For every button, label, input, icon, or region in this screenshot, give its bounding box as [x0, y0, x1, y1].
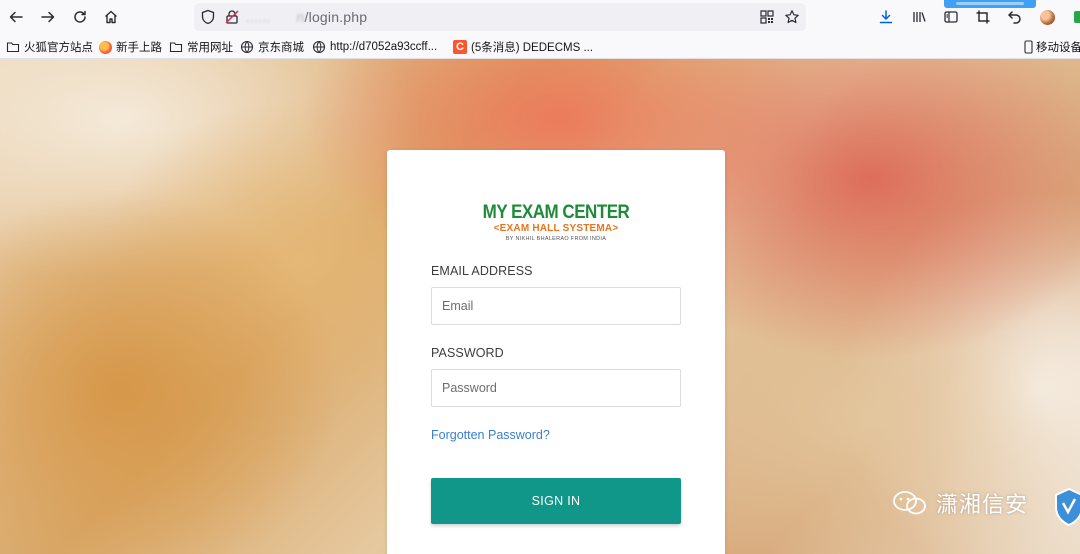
forgot-password-link[interactable]: Forgotten Password?	[431, 428, 550, 442]
globe-icon	[312, 40, 326, 54]
watermark: 潇湘信安	[892, 487, 1028, 519]
csdn-icon: C	[453, 40, 467, 54]
qr-code-icon[interactable]	[759, 9, 775, 25]
insecure-lock-icon[interactable]	[224, 9, 240, 25]
url-text[interactable]: ...... n/login.php	[246, 9, 367, 25]
firefox-icon	[98, 40, 112, 54]
login-card: MY EXAM CENTER <EXAM HALL SYSTEMA> BY NI…	[387, 150, 725, 554]
globe-icon	[240, 40, 254, 54]
bookmark-item[interactable]: 京东商城	[240, 39, 304, 55]
sidebar-icon	[944, 11, 958, 23]
crop-icon	[976, 10, 990, 24]
bookmark-item[interactable]: C (5条消息) DEDECMS ...	[453, 39, 593, 55]
bookmark-label: 常用网址	[187, 42, 233, 54]
library-button[interactable]	[909, 7, 929, 27]
reload-icon	[74, 10, 86, 23]
browser-toolbar: ...... n/login.php	[0, 0, 1080, 35]
home-icon	[105, 10, 117, 24]
bookmarks-bar: 火狐官方站点 新手上路 常用网址 京东商城 http://d7052a93ccf…	[0, 35, 1080, 59]
library-icon	[913, 12, 926, 22]
bookmark-star-icon[interactable]	[784, 9, 800, 25]
logo-byline: BY NIKHIL BHALERAO FROM INDIA	[505, 236, 607, 242]
wechat-icon	[893, 491, 926, 515]
sidebar-button[interactable]	[941, 7, 961, 27]
bookmark-label: 移动设备	[1036, 42, 1080, 54]
url-masked-host: ......	[246, 9, 271, 25]
folder-icon	[6, 40, 20, 54]
logo-title: MY EXAM CENTER	[482, 200, 630, 223]
forward-arrow-icon	[41, 11, 55, 23]
shield-tracking-icon[interactable]	[200, 9, 216, 25]
extension-icon[interactable]	[1074, 11, 1080, 23]
watermark-text: 潇湘信安	[936, 493, 1029, 518]
forward-button[interactable]	[37, 6, 59, 28]
bookmark-label: http://d7052a93ccff...	[330, 41, 438, 53]
reload-button[interactable]	[69, 6, 91, 28]
folder-icon	[169, 40, 183, 54]
home-button[interactable]	[100, 6, 122, 28]
bookmark-item[interactable]: 火狐官方站点	[6, 39, 93, 55]
bookmark-item[interactable]: 常用网址	[169, 39, 233, 55]
email-label: EMAIL ADDRESS	[431, 264, 533, 278]
bookmark-label: 新手上路	[116, 42, 162, 54]
shield-logo-icon	[1055, 487, 1080, 527]
bookmark-item[interactable]: http://d7052a93ccff...	[312, 39, 437, 55]
screenshot-button[interactable]	[973, 7, 993, 27]
password-label: PASSWORD	[431, 346, 504, 360]
profile-button[interactable]	[1037, 7, 1057, 27]
downloads-button[interactable]	[876, 7, 896, 27]
mobile-device-icon	[1024, 40, 1033, 54]
url-path: /login.php	[304, 9, 368, 25]
page-background: MY EXAM CENTER <EXAM HALL SYSTEMA> BY NI…	[0, 59, 1080, 554]
undo-button[interactable]	[1005, 7, 1025, 27]
bookmark-label: (5条消息) DEDECMS ...	[471, 42, 594, 54]
undo-arrow-icon	[1008, 11, 1021, 24]
password-field[interactable]	[431, 369, 681, 407]
download-icon	[879, 10, 893, 24]
bookmark-item[interactable]: 新手上路	[98, 39, 162, 55]
bookmark-label: 京东商城	[258, 42, 304, 54]
sign-in-button[interactable]: SIGN IN	[431, 478, 681, 524]
address-bar[interactable]: ...... n/login.php	[194, 3, 806, 31]
mobile-bookmarks[interactable]: 移动设备	[1024, 39, 1080, 55]
site-logo: MY EXAM CENTER <EXAM HALL SYSTEMA> BY NI…	[387, 200, 725, 243]
bookmark-label: 火狐官方站点	[24, 42, 93, 54]
email-field[interactable]	[431, 287, 681, 325]
url-host-tail: n	[296, 9, 305, 25]
avatar	[1039, 9, 1055, 25]
back-arrow-icon	[9, 11, 23, 23]
back-button[interactable]	[5, 6, 27, 28]
logo-subtitle: <EXAM HALL SYSTEMA>	[493, 223, 619, 234]
